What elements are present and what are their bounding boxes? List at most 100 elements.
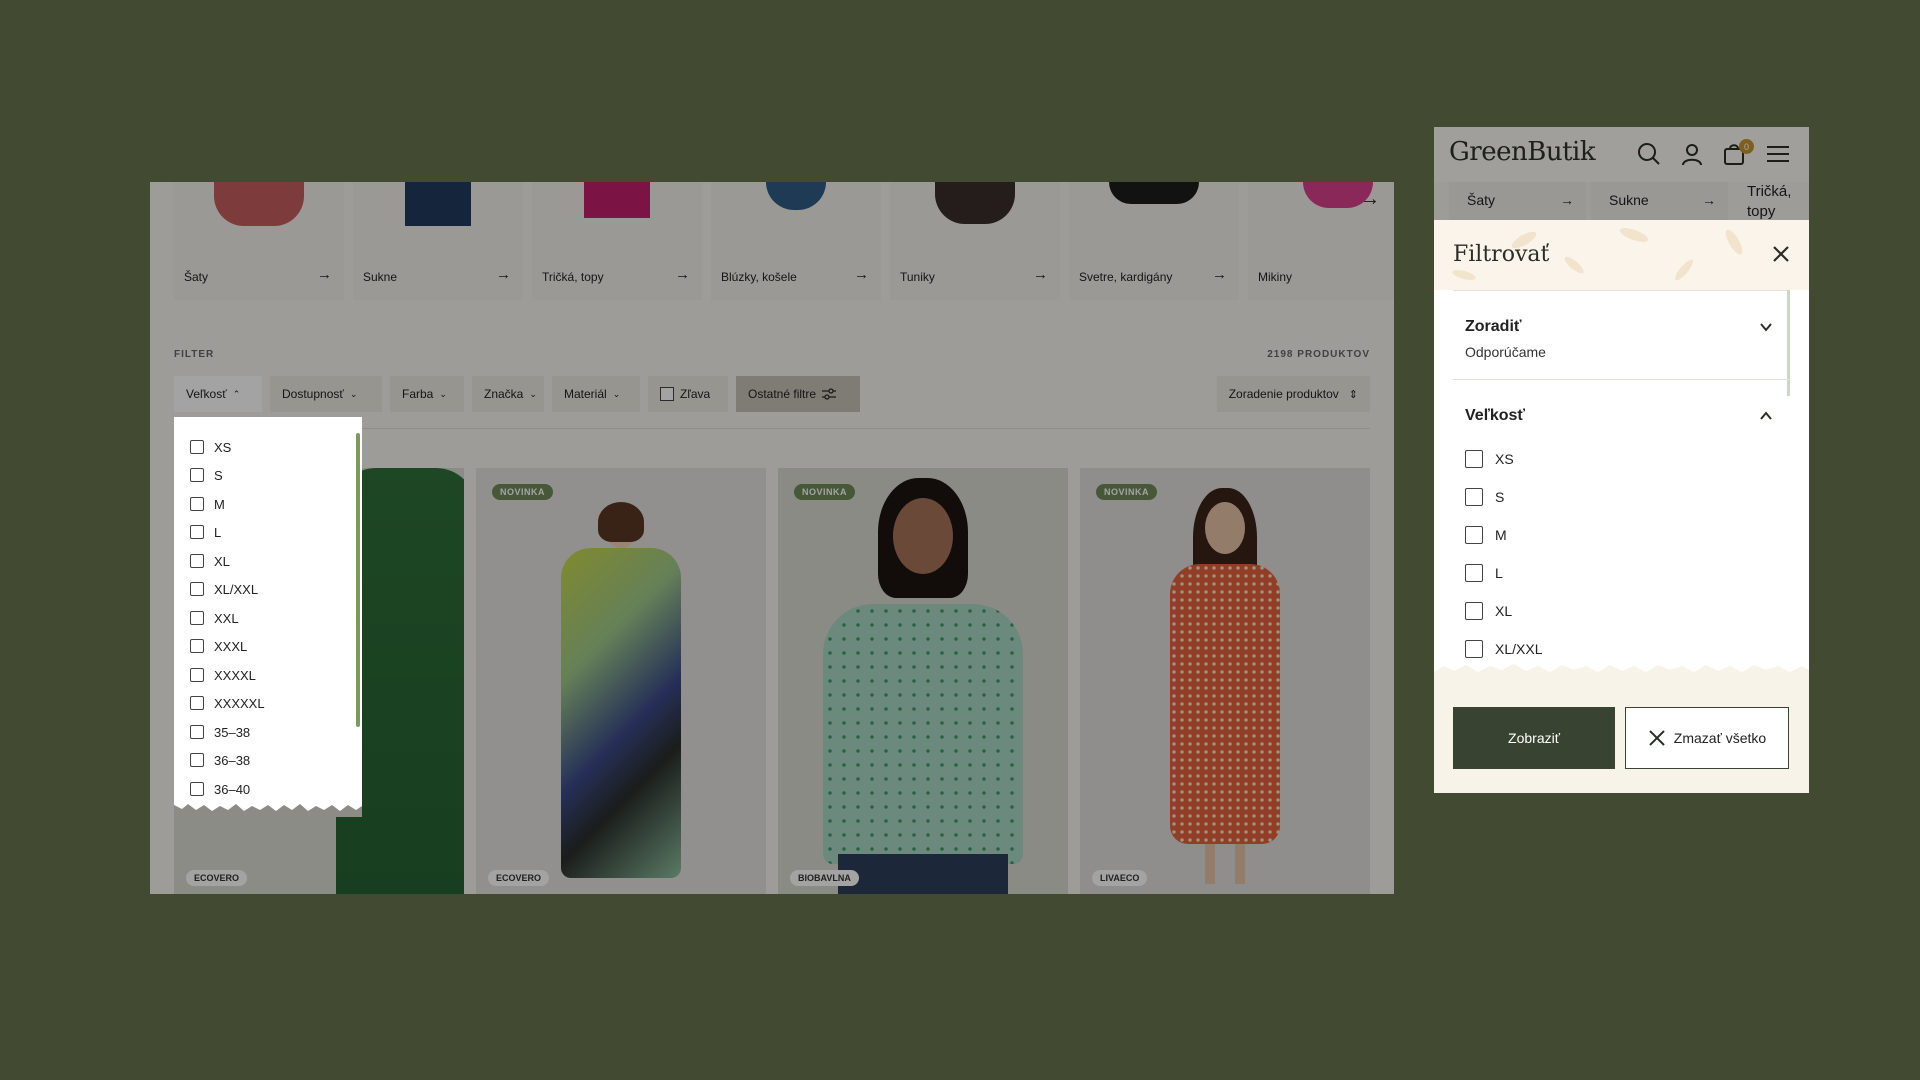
filter-other-label: Ostatné filtre bbox=[748, 387, 817, 401]
product-photo bbox=[476, 468, 766, 894]
size-option[interactable]: L bbox=[190, 522, 221, 542]
chevron-up-icon[interactable] bbox=[1759, 409, 1773, 423]
size-option[interactable]: XXXXL bbox=[190, 665, 256, 685]
checkbox[interactable] bbox=[190, 725, 204, 739]
checkbox[interactable] bbox=[190, 554, 204, 568]
dropdown-scrollbar[interactable] bbox=[356, 433, 360, 727]
arrow-right-icon: → bbox=[1033, 266, 1048, 283]
checkbox[interactable] bbox=[1465, 450, 1483, 468]
clear-all-button[interactable]: Zmazať všetko bbox=[1625, 707, 1789, 769]
product-card[interactable]: NOVINKA ECOVERO bbox=[476, 468, 766, 894]
filter-availability-button[interactable]: Dostupnosť ⌄ bbox=[270, 376, 382, 412]
model-head bbox=[893, 498, 953, 574]
checkbox[interactable] bbox=[190, 753, 204, 767]
checkbox[interactable] bbox=[190, 668, 204, 682]
sort-label: Zoradenie produktov bbox=[1228, 387, 1339, 401]
checkbox[interactable] bbox=[190, 582, 204, 596]
filter-discount-checkbox[interactable]: Zľava bbox=[648, 376, 728, 412]
size-option-label: M bbox=[214, 496, 225, 512]
size-option[interactable]: 35–38 bbox=[190, 722, 250, 742]
category-label: Šaty bbox=[184, 270, 209, 284]
show-results-button[interactable]: Zobraziť bbox=[1453, 707, 1615, 769]
checkbox[interactable] bbox=[1465, 640, 1483, 658]
product-card[interactable]: NOVINKA BIOBAVLNA bbox=[778, 468, 1068, 894]
panel-scrollbar[interactable] bbox=[1787, 290, 1790, 396]
panel-header: Filtrovať bbox=[1434, 220, 1809, 290]
product-card[interactable]: NOVINKA LIVAECO bbox=[1080, 468, 1370, 894]
size-option-label: M bbox=[1495, 527, 1507, 543]
size-option-label: S bbox=[1495, 489, 1505, 505]
filter-material-button[interactable]: Materiál ⌄ bbox=[552, 376, 640, 412]
category-label: Blúzky, košele bbox=[721, 270, 797, 284]
size-option[interactable]: 36–40 bbox=[190, 779, 250, 799]
size-option[interactable]: XL/XXL bbox=[1465, 640, 1542, 658]
filter-color-label: Farba bbox=[402, 387, 434, 401]
size-option[interactable]: XXXXXL bbox=[190, 693, 265, 713]
chevron-down-icon[interactable] bbox=[1759, 320, 1773, 334]
checkbox[interactable] bbox=[190, 639, 204, 653]
size-option[interactable]: XL bbox=[190, 551, 230, 571]
size-section-title[interactable]: Veľkosť bbox=[1465, 407, 1525, 425]
sort-section-title[interactable]: Zoradiť bbox=[1465, 318, 1522, 336]
filter-size-label: Veľkosť bbox=[186, 387, 227, 401]
category-card[interactable]: Svetre, kardigány → bbox=[1069, 182, 1239, 300]
filter-color-button[interactable]: Farba ⌄ bbox=[390, 376, 464, 412]
close-icon[interactable] bbox=[1769, 242, 1793, 266]
size-option[interactable]: XXXL bbox=[190, 636, 247, 656]
checkbox[interactable] bbox=[190, 468, 204, 482]
filter-heading: FILTER bbox=[174, 349, 215, 360]
sliders-icon bbox=[822, 388, 837, 400]
size-option-label: L bbox=[1495, 565, 1503, 581]
category-thumbnail bbox=[405, 182, 471, 226]
checkbox[interactable] bbox=[1465, 602, 1483, 620]
sort-button[interactable]: Zoradenie produktov ⇕ bbox=[1216, 376, 1370, 412]
checkbox[interactable] bbox=[190, 497, 204, 511]
arrow-right-icon: → bbox=[496, 266, 511, 283]
mobile-mockup: GreenButik 0 Šaty → Sukne → Tričká, topy… bbox=[1434, 127, 1809, 793]
checkbox[interactable] bbox=[660, 387, 674, 401]
divider bbox=[1453, 290, 1790, 291]
size-option[interactable]: S bbox=[1465, 488, 1504, 506]
checkbox[interactable] bbox=[190, 696, 204, 710]
checkbox[interactable] bbox=[190, 611, 204, 625]
product-photo bbox=[778, 468, 1068, 894]
category-thumbnail bbox=[1109, 182, 1199, 204]
carousel-next-icon[interactable]: → bbox=[1360, 188, 1380, 211]
size-option[interactable]: L bbox=[1465, 564, 1503, 582]
filter-brand-button[interactable]: Značka ⌄ bbox=[472, 376, 544, 412]
size-option[interactable]: XL/XXL bbox=[190, 579, 258, 599]
size-option[interactable]: XL bbox=[1465, 602, 1512, 620]
checkbox[interactable] bbox=[190, 782, 204, 796]
material-tag: LIVAECO bbox=[1092, 870, 1148, 886]
category-card[interactable]: Sukne → bbox=[353, 182, 523, 300]
checkbox[interactable] bbox=[1465, 488, 1483, 506]
size-option-label: XL bbox=[1495, 603, 1513, 619]
category-card[interactable]: Šaty → bbox=[174, 182, 344, 300]
size-option-label: XXXXL bbox=[214, 667, 256, 683]
category-carousel: Šaty → Sukne → Tričká, topy → Blúzky, ko… bbox=[150, 182, 1394, 302]
material-tag: ECOVERO bbox=[488, 870, 550, 886]
size-option[interactable]: S bbox=[190, 465, 223, 485]
size-option[interactable]: XXL bbox=[190, 608, 239, 628]
size-option-label: XS bbox=[214, 439, 232, 455]
size-option[interactable]: M bbox=[1465, 526, 1507, 544]
category-thumbnail bbox=[584, 182, 650, 218]
category-card[interactable]: Tuniky → bbox=[890, 182, 1060, 300]
panel-title: Filtrovať bbox=[1453, 242, 1550, 267]
checkbox[interactable] bbox=[190, 525, 204, 539]
checkbox[interactable] bbox=[1465, 564, 1483, 582]
checkbox[interactable] bbox=[1465, 526, 1483, 544]
filter-size-button[interactable]: Veľkosť ⌃ bbox=[174, 376, 262, 412]
new-badge: NOVINKA bbox=[794, 484, 856, 500]
size-option-label: XS bbox=[1495, 451, 1514, 467]
category-card[interactable]: Tričká, topy → bbox=[532, 182, 702, 300]
size-option[interactable]: 36–38 bbox=[190, 750, 250, 770]
filter-other-button[interactable]: Ostatné filtre bbox=[736, 376, 860, 412]
size-option-label: XL bbox=[214, 553, 230, 569]
size-option[interactable]: XS bbox=[1465, 450, 1514, 468]
category-card[interactable]: Blúzky, košele → bbox=[711, 182, 881, 300]
category-label: Mikiny bbox=[1258, 270, 1293, 284]
size-option[interactable]: M bbox=[190, 494, 225, 514]
size-option[interactable]: XS bbox=[190, 437, 231, 457]
checkbox[interactable] bbox=[190, 440, 204, 454]
